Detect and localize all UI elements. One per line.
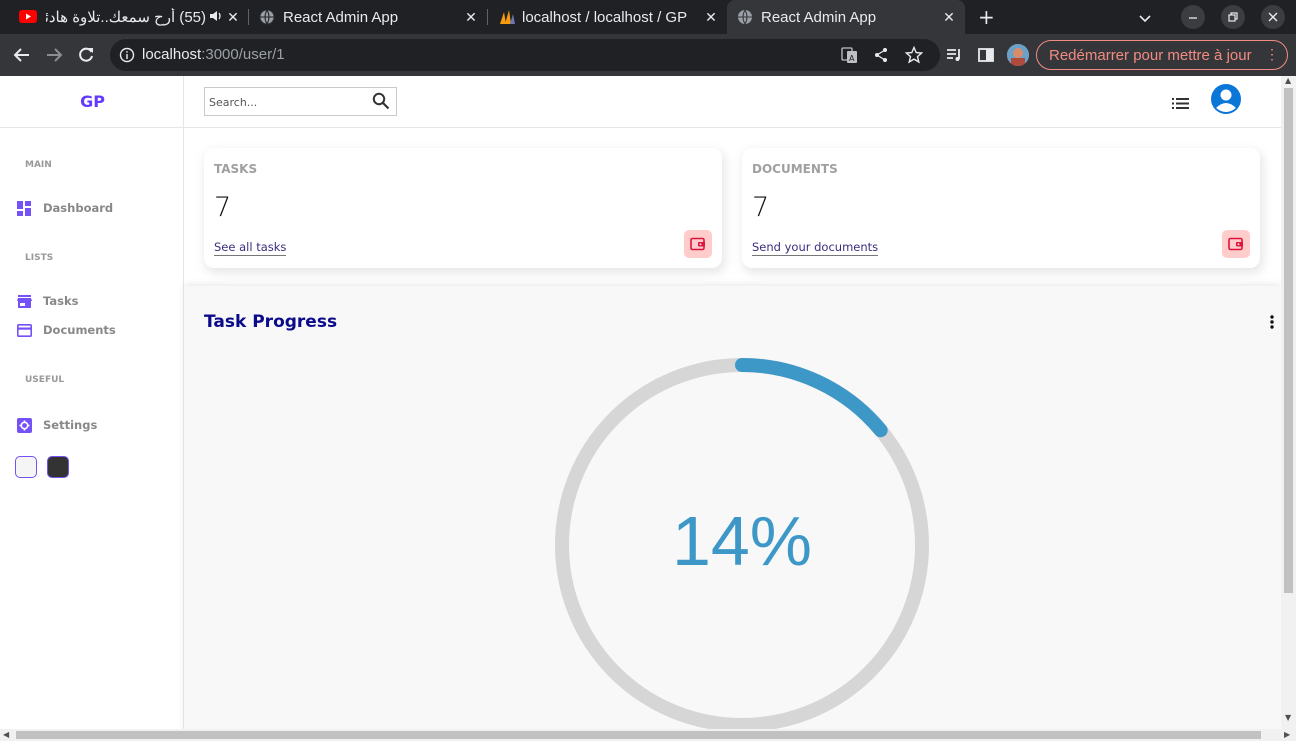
vertical-scrollbar[interactable]: ▲ ▼ — [1281, 76, 1296, 729]
forward-icon[interactable] — [44, 45, 64, 65]
dashboard-icon — [16, 200, 32, 216]
restart-label: Redémarrer pour mettre à jour — [1049, 46, 1252, 64]
widget-documents: DOCUMENTS 7 Send your documents — [742, 148, 1260, 268]
main-content: TASKS 7 See all tasks DOCUMENTS 7 Send y… — [184, 128, 1281, 741]
dark-theme-option[interactable] — [47, 456, 69, 478]
close-tab-icon[interactable]: ✕ — [703, 9, 719, 25]
account-avatar-icon[interactable] — [1210, 83, 1242, 119]
browser-toolbar: localhost:3000/user/1 A Redémarrer pour … — [0, 34, 1296, 76]
sidebar-item-label: Tasks — [43, 294, 79, 308]
section-lists: LISTS — [25, 253, 54, 263]
svg-text:A: A — [849, 54, 855, 63]
settings-icon — [16, 417, 32, 433]
side-panel-icon[interactable] — [976, 45, 996, 65]
more-vert-icon[interactable] — [1269, 314, 1275, 330]
more-menu-icon[interactable]: ⋮ — [1265, 46, 1279, 63]
tab-title: React Admin App — [283, 8, 399, 26]
minimize-icon[interactable] — [1181, 5, 1205, 29]
list-icon[interactable] — [1172, 95, 1189, 114]
task-progress-panel: Task Progress 14% — [184, 286, 1281, 741]
tab-phpmyadmin[interactable]: localhost / localhost / GP ✕ — [488, 0, 726, 34]
site-info-icon[interactable] — [119, 47, 135, 67]
new-tab-icon[interactable]: + — [978, 7, 995, 27]
vertical-scroll-thumb[interactable] — [1284, 88, 1293, 593]
back-icon[interactable] — [12, 45, 32, 65]
close-tab-icon[interactable]: ✕ — [463, 9, 479, 25]
scroll-down-arrow-icon[interactable]: ▼ — [1285, 713, 1291, 722]
tab-title: localhost / localhost / GP — [522, 8, 688, 26]
see-all-tasks-link[interactable]: See all tasks — [214, 240, 287, 256]
section-main: MAIN — [25, 160, 52, 170]
sidebar-item-tasks[interactable]: Tasks — [16, 291, 78, 311]
globe-icon — [737, 9, 753, 29]
horizontal-scroll-thumb[interactable] — [16, 731, 1261, 739]
sidebar: GP MAIN Dashboard LISTS Tasks Documents … — [0, 76, 184, 741]
light-theme-option[interactable] — [15, 456, 37, 478]
restore-icon[interactable] — [1221, 5, 1245, 29]
close-window-icon[interactable] — [1261, 5, 1285, 29]
media-control-icon[interactable] — [944, 45, 964, 65]
scroll-left-arrow-icon[interactable]: ◀ — [3, 730, 9, 739]
sidebar-item-settings[interactable]: Settings — [16, 415, 97, 435]
bookmark-star-icon[interactable] — [904, 45, 924, 68]
sidebar-item-label: Dashboard — [43, 201, 114, 215]
close-tab-icon[interactable]: ✕ — [941, 9, 957, 25]
navbar — [184, 76, 1281, 128]
widget-title: DOCUMENTS — [752, 162, 838, 176]
tab-search-chevron-icon[interactable] — [1138, 10, 1152, 29]
wallet-icon — [684, 230, 712, 258]
tab-youtube[interactable]: (55) أرح سمعك..تلاوة هادئة ✕ — [8, 0, 248, 34]
sidebar-item-label: Documents — [43, 323, 116, 337]
logo[interactable]: GP — [80, 92, 105, 111]
sidebar-item-dashboard[interactable]: Dashboard — [16, 198, 113, 218]
search-box — [204, 87, 397, 116]
profile-avatar-icon[interactable] — [1007, 44, 1029, 66]
progress-ring: 14% — [555, 358, 929, 732]
share-icon[interactable] — [873, 47, 889, 67]
wallet-icon — [1222, 230, 1250, 258]
tab-title: React Admin App — [761, 8, 877, 26]
tab-react-admin[interactable]: React Admin App ✕ — [249, 0, 487, 34]
url-host: localhost — [142, 46, 202, 63]
panel-title: Task Progress — [204, 312, 338, 332]
section-useful: USEFUL — [25, 375, 65, 385]
widget-counter: 7 — [752, 192, 770, 223]
sidebar-item-label: Settings — [43, 418, 98, 432]
widget-tasks: TASKS 7 See all tasks — [204, 148, 722, 268]
search-icon[interactable] — [372, 92, 390, 114]
close-tab-icon[interactable]: ✕ — [225, 9, 241, 25]
scroll-up-arrow-icon[interactable]: ▲ — [1285, 76, 1291, 85]
progress-arc — [735, 358, 888, 438]
progress-percent-label: 14% — [672, 502, 812, 580]
credit-card-icon — [16, 322, 32, 338]
scroll-right-arrow-icon[interactable]: ▶ — [1284, 730, 1290, 739]
url-text: localhost:3000/user/1 — [142, 46, 285, 63]
globe-icon — [259, 9, 275, 29]
youtube-icon — [19, 10, 37, 23]
address-bar[interactable]: localhost:3000/user/1 A — [110, 39, 940, 71]
translate-icon[interactable]: A — [841, 47, 858, 68]
widget-counter: 7 — [214, 192, 232, 223]
sidebar-item-documents[interactable]: Documents — [16, 320, 116, 340]
logo-row: GP — [0, 76, 183, 128]
reload-icon[interactable] — [76, 45, 96, 65]
tab-react-admin-active[interactable]: React Admin App ✕ — [727, 0, 965, 34]
url-path: :3000/user/1 — [201, 46, 285, 63]
browser-tab-strip: (55) أرح سمعك..تلاوة هادئة ✕ React Admin… — [0, 0, 1296, 34]
phpmyadmin-icon — [498, 9, 516, 29]
speaker-icon[interactable] — [208, 9, 222, 27]
store-icon — [16, 293, 32, 309]
search-input[interactable] — [209, 93, 369, 111]
send-documents-link[interactable]: Send your documents — [752, 240, 879, 256]
horizontal-scrollbar[interactable]: ◀ ▶ — [0, 729, 1296, 741]
restart-to-update-button[interactable]: Redémarrer pour mettre à jour ⋮ — [1036, 40, 1288, 70]
widget-title: TASKS — [214, 162, 258, 176]
tab-title: (55) أرح سمعك..تلاوة هادئة — [46, 9, 206, 26]
